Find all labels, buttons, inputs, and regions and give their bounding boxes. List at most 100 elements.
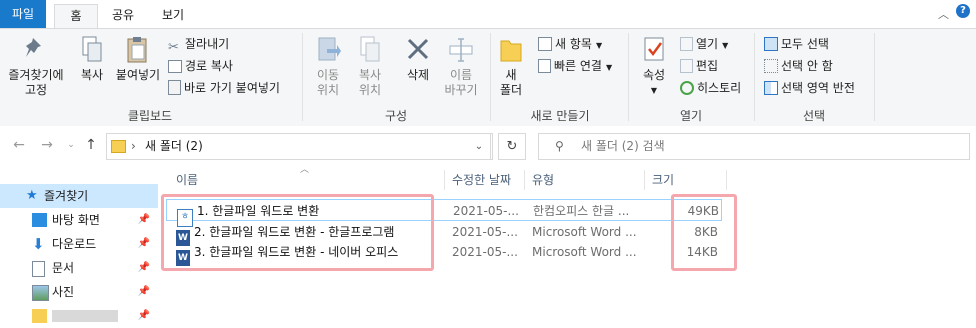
file-date: 2021-05-... (453, 204, 519, 218)
scissors-icon: ✂ (168, 40, 179, 55)
cut-label: 잘라내기 (185, 37, 230, 51)
navigation-pane: ★ 즐겨찾기 바탕 화면 📌 ⬇ 다운로드 📌 문서 📌 사진 📌 📌 (0, 176, 160, 323)
history-button[interactable]: 히스토리 (680, 79, 741, 97)
ribbon-tab-bar: 파일 홈 공유 보기 ︿ ? (0, 0, 976, 29)
column-header-date[interactable]: 수정한 날짜 (452, 168, 511, 192)
file-type: 한컴오피스 한글 ... (533, 204, 630, 218)
properties-button[interactable]: 속성 ▼ (636, 35, 672, 98)
paste-shortcut-label: 바로 가기 붙여넣기 (184, 81, 280, 95)
delete-label: 삭제 (406, 68, 430, 82)
address-dropdown-chevron-icon[interactable]: ⌄ (468, 133, 491, 160)
delete-x-icon (407, 38, 429, 60)
open-group-label: 열기 (679, 109, 703, 123)
copy-to-icon (360, 36, 380, 62)
cut-button[interactable]: ✂ 잘라내기 (168, 35, 230, 55)
nav-item-pictures[interactable]: 사진 📌 (0, 280, 158, 304)
edit-button[interactable]: 편집 (680, 57, 718, 75)
address-bar[interactable]: › 새 폴더 (2) (106, 133, 493, 160)
documents-icon (32, 261, 45, 277)
file-date: 2021-05-... (452, 225, 518, 239)
nav-item-downloads[interactable]: ⬇ 다운로드 📌 (0, 232, 158, 256)
nav-item-blurred-folder[interactable]: 📌 (0, 304, 158, 328)
chevron-down-icon: ▼ (650, 86, 658, 95)
pin-icon: 📌 (137, 214, 150, 225)
forward-arrow-icon[interactable]: → (38, 136, 56, 154)
column-divider[interactable] (524, 170, 525, 190)
breadcrumb-current-folder[interactable]: 새 폴더 (2) (145, 134, 203, 159)
organize-group-label: 구성 (384, 109, 408, 123)
chevron-down-icon: ▼ (605, 63, 613, 72)
pin-label: 즐겨찾기에 고정 (8, 68, 64, 97)
column-header-size[interactable]: 크기 (652, 168, 674, 192)
refresh-icon[interactable]: ↻ (498, 133, 526, 160)
copy-to-label: 복사 위치 (358, 68, 382, 97)
select-none-button[interactable]: 선택 안 함 (764, 57, 833, 75)
download-icon: ⬇ (32, 235, 45, 253)
new-item-button[interactable]: 새 항목 ▼ (538, 35, 602, 53)
delete-button[interactable]: 삭제 (400, 35, 436, 83)
pin-icon: 📌 (137, 238, 150, 249)
nav-item-desktop[interactable]: 바탕 화면 📌 (0, 208, 158, 232)
file-type: Microsoft Word ... (532, 245, 637, 259)
copy-icon (82, 36, 102, 62)
select-all-icon (764, 37, 778, 51)
pin-icon (26, 38, 41, 57)
file-date: 2021-05-... (452, 245, 518, 259)
column-header-name[interactable]: 이름 (176, 168, 198, 192)
new-folder-label: 새 폴더 (499, 68, 523, 97)
group-divider (302, 33, 303, 121)
back-arrow-icon[interactable]: ← (10, 136, 28, 154)
nav-item-label: 다운로드 (52, 237, 97, 251)
rename-label: 이름 바꾸기 (444, 68, 478, 97)
collapse-ribbon-chevron-icon[interactable]: ︿ (938, 6, 952, 21)
select-all-button[interactable]: 모두 선택 (764, 35, 829, 53)
help-icon[interactable]: ? (956, 4, 970, 18)
open-button[interactable]: 열기 ▼ (680, 35, 728, 53)
history-icon (680, 81, 694, 95)
nav-item-label: 사진 (52, 285, 75, 299)
nav-item-documents[interactable]: 문서 📌 (0, 256, 158, 280)
chevron-down-icon: ▼ (595, 41, 603, 50)
search-icon: ⚲ (555, 139, 564, 153)
copy-to-button[interactable]: 복사 위치 (350, 35, 390, 98)
group-divider (628, 33, 629, 121)
navigation-bar: ← → ⌄ ↑ › 새 폴더 (2) ⌄ ↻ ⚲ 새 폴더 (2) 검색 (0, 126, 976, 166)
pin-icon: 📌 (137, 262, 150, 273)
copy-path-button[interactable]: 경로 복사 (168, 57, 233, 75)
move-to-button[interactable]: 이동 위치 (308, 35, 348, 98)
tab-home[interactable]: 홈 (54, 4, 98, 29)
recent-locations-chevron-icon[interactable]: ⌄ (62, 136, 80, 154)
search-box[interactable]: ⚲ 새 폴더 (2) 검색 (538, 133, 970, 160)
select-none-label: 선택 안 함 (781, 59, 833, 73)
select-all-label: 모두 선택 (781, 37, 829, 51)
nav-item-quick-access[interactable]: ★ 즐겨찾기 (0, 184, 158, 208)
edit-icon (680, 59, 693, 73)
column-header-type[interactable]: 유형 (532, 168, 554, 192)
copy-path-icon (168, 60, 182, 73)
easy-access-button[interactable]: 빠른 연결 ▼ (538, 57, 612, 75)
tab-share[interactable]: 공유 (106, 4, 140, 27)
column-divider[interactable] (726, 170, 727, 190)
folder-icon (111, 140, 126, 153)
group-divider (874, 33, 875, 121)
select-group-label: 선택 (802, 109, 826, 123)
new-folder-button[interactable]: 새 폴더 (496, 35, 526, 98)
pin-icon: 📌 (137, 310, 150, 321)
column-divider[interactable] (444, 170, 445, 190)
open-icon (680, 37, 693, 51)
file-list-header: 이름 수정한 날짜 유형 크기 (166, 168, 976, 192)
up-arrow-icon[interactable]: ↑ (82, 136, 100, 154)
paste-label: 붙여넣기 (115, 68, 161, 82)
invert-selection-button[interactable]: 선택 영역 반전 (764, 79, 855, 97)
paste-button[interactable]: 붙여넣기 (112, 35, 164, 83)
tab-view[interactable]: 보기 (156, 4, 190, 27)
paste-shortcut-button[interactable]: 바로 가기 붙여넣기 (168, 79, 280, 97)
column-divider[interactable] (644, 170, 645, 190)
rename-button[interactable]: 이름 바꾸기 (440, 35, 482, 98)
chevron-down-icon: ▼ (722, 41, 729, 50)
pin-to-quick-access-button[interactable]: 즐겨찾기에 고정 (4, 35, 68, 98)
copy-button[interactable]: 복사 (74, 35, 110, 83)
move-to-label: 이동 위치 (316, 68, 340, 97)
easy-access-icon (538, 59, 551, 73)
tab-file[interactable]: 파일 (0, 0, 46, 28)
